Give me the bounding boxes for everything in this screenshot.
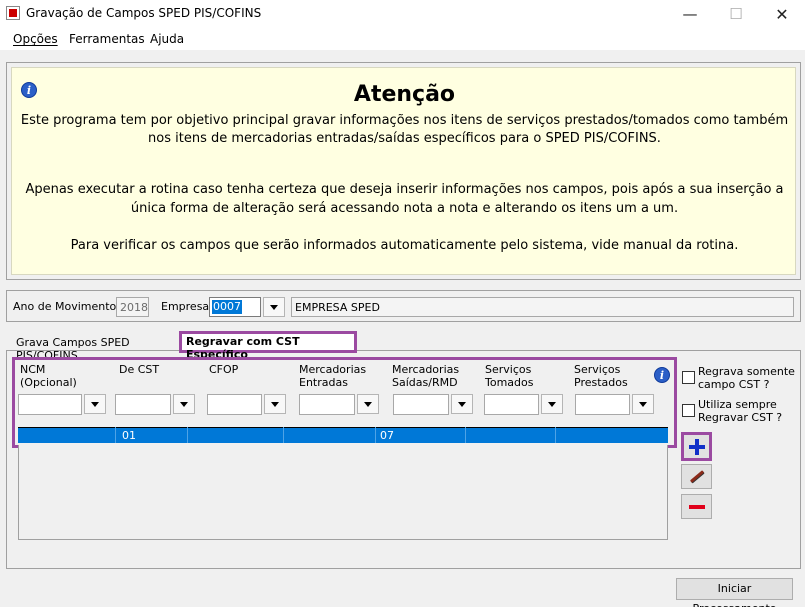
cfop-dropdown-button[interactable] (264, 394, 286, 414)
tab-grava-campos[interactable]: Grava Campos SPED PIS/COFINS (10, 334, 180, 362)
table-cell (556, 427, 668, 443)
add-button[interactable] (681, 432, 712, 461)
utiliza-sempre-label: Utiliza sempre Regravar CST ? (698, 398, 783, 424)
warning-frame: i Atenção Este programa tem por objetivo… (6, 62, 801, 280)
column-header-servicos-tomados: Serviços Tomados (485, 363, 534, 389)
table-cell (284, 427, 376, 443)
company-dropdown-button[interactable] (263, 297, 285, 317)
window-title: Gravação de Campos SPED PIS/COFINS (26, 6, 262, 20)
app-icon (6, 6, 20, 20)
help-info-icon[interactable]: i (654, 367, 670, 383)
menu-opcoes[interactable]: Opções (13, 32, 58, 46)
mercadorias-saidas-dropdown-button[interactable] (451, 394, 473, 414)
company-name-field: EMPRESA SPED (291, 297, 794, 317)
column-header-ncm: NCM (Opcional) (20, 363, 77, 389)
warning-line: Para verificar os campos que serão infor… (70, 238, 739, 253)
de-cst-combo[interactable] (115, 394, 171, 415)
table-cell: 07 (376, 427, 466, 443)
servicos-tomados-dropdown-button[interactable] (541, 394, 563, 414)
mercadorias-entradas-dropdown-button[interactable] (357, 394, 379, 414)
column-header-cfop: CFOP (209, 363, 239, 376)
column-header-de-cst: De CST (119, 363, 160, 376)
minimize-button[interactable]: — (667, 0, 713, 28)
table-cell (188, 427, 284, 443)
table-cell: 01 (118, 427, 188, 443)
ncm-combo[interactable] (18, 394, 82, 415)
utiliza-sempre-checkbox[interactable] (682, 404, 695, 417)
regrava-somente-checkbox[interactable] (682, 371, 695, 384)
company-code-value: 0007 (212, 300, 242, 314)
title-bar: Gravação de Campos SPED PIS/COFINS — ☐ ✕ (0, 0, 805, 28)
warning-title: Atenção (353, 82, 456, 107)
warning-line: nos itens de mercadorias entradas/saídas… (148, 131, 661, 146)
plus-icon (688, 438, 705, 455)
cfop-combo[interactable] (207, 394, 262, 415)
column-header-servicos-prestados: Serviços Prestados (574, 363, 628, 389)
servicos-prestados-dropdown-button[interactable] (632, 394, 654, 414)
warning-line: Apenas executar a rotina caso tenha cert… (25, 182, 784, 197)
pencil-icon (689, 470, 704, 483)
close-button[interactable]: ✕ (759, 0, 805, 28)
grid-list-area[interactable] (18, 445, 668, 540)
table-cell (18, 427, 116, 443)
regrava-somente-label: Regrava somente campo CST ? (698, 365, 795, 391)
mercadorias-saidas-combo[interactable] (393, 394, 449, 415)
column-header-mercadorias-saidas: Mercadorias Saídas/RMD (392, 363, 460, 389)
ncm-dropdown-button[interactable] (84, 394, 106, 414)
edit-button[interactable] (681, 464, 712, 489)
company-label: Empresa: (161, 300, 213, 313)
servicos-tomados-combo[interactable] (484, 394, 539, 415)
minus-icon (688, 504, 705, 509)
mercadorias-entradas-combo[interactable] (299, 394, 355, 415)
table-cell (466, 427, 556, 443)
year-field[interactable]: 2018 (116, 297, 149, 317)
warning-line: Este programa tem por objetivo principal… (20, 113, 789, 128)
table-row[interactable]: 01 07 (18, 427, 668, 443)
maximize-button[interactable]: ☐ (713, 0, 759, 28)
de-cst-dropdown-button[interactable] (173, 394, 195, 414)
start-processing-button[interactable]: Iniciar Processamento (676, 578, 793, 607)
column-header-mercadorias-entradas: Mercadorias Entradas (299, 363, 367, 389)
menu-ferramentas[interactable]: Ferramentas (69, 32, 145, 46)
delete-button[interactable] (681, 494, 712, 519)
tab-regravar-cst[interactable]: Regravar com CST Específico (179, 331, 357, 361)
year-label: Ano de Movimento: (13, 300, 120, 313)
filter-bar: Ano de Movimento: 2018 Empresa: 0007 EMP… (6, 290, 801, 322)
company-code-field[interactable]: 0007 (209, 297, 261, 317)
servicos-prestados-combo[interactable] (575, 394, 630, 415)
warning-panel: i Atenção Este programa tem por objetivo… (11, 67, 796, 275)
warning-line: única forma de alteração será acessando … (130, 201, 679, 216)
menu-ajuda[interactable]: Ajuda (150, 32, 184, 46)
menu-bar: Opções Ferramentas Ajuda (0, 28, 805, 50)
